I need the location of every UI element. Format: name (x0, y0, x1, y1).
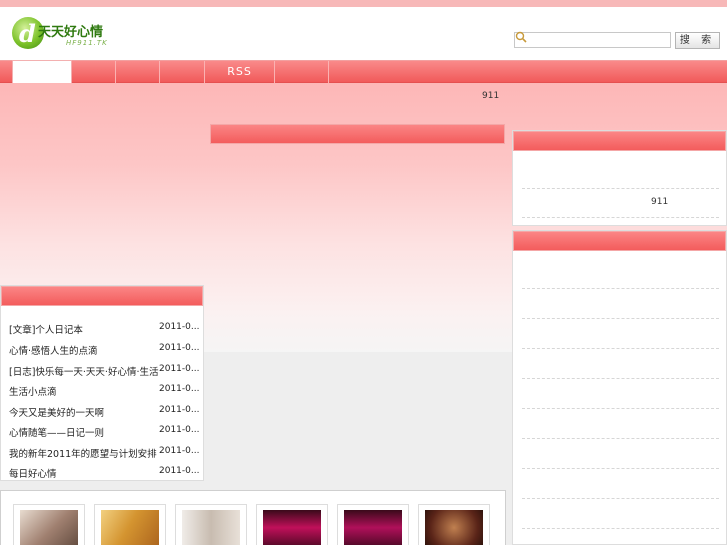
search-icon (515, 31, 527, 43)
divider (522, 468, 719, 469)
search-input[interactable] (514, 32, 671, 48)
nav-item-3[interactable] (116, 61, 160, 83)
list-item-title[interactable]: 我的新年2011年的愿望与计划安排 (9, 446, 159, 460)
list-item[interactable]: 我的新年2011年的愿望与计划安排 2011-0... (1, 442, 203, 462)
list-item-date: 2011-0... (159, 384, 200, 394)
gallery-thumb[interactable] (337, 504, 409, 545)
list-item[interactable]: [文章]个人日记本 2011-0... (1, 318, 203, 338)
divider (522, 348, 719, 349)
list-item-date: 2011-0... (159, 364, 200, 374)
article-list-header (1, 286, 203, 306)
nav-item-6[interactable] (275, 61, 329, 83)
header: d 天天好心情 HF911.TK 搜 索 (0, 7, 727, 59)
gallery-thumb[interactable] (175, 504, 247, 545)
list-item[interactable]: 心情·感悟人生的点滴 2011-0... (1, 339, 203, 359)
search-button[interactable]: 搜 索 (675, 32, 720, 49)
photo-thumbnail-2-icon (101, 510, 159, 545)
photo-gallery (0, 490, 506, 545)
list-item[interactable]: 生活小点滴 2011-0... (1, 380, 203, 400)
sidebar-stats-header (513, 131, 726, 151)
list-item[interactable]: [日志]快乐每一天·天天·好心情·生活记录·分享美好时光 2011-0... (1, 360, 203, 380)
site-logo[interactable]: d 天天好心情 HF911.TK (12, 15, 112, 53)
divider (522, 318, 719, 319)
gallery-thumb[interactable] (418, 504, 490, 545)
photo-thumbnail-4-icon (263, 510, 321, 545)
top-accent-strip (0, 0, 727, 7)
list-item-title[interactable]: 每日好心情 (9, 466, 159, 480)
list-item-date: 2011-0... (159, 466, 200, 476)
visit-count-top: 911 (482, 91, 500, 101)
list-item-date: 2011-0... (159, 322, 200, 332)
photo-thumbnail-1-icon (20, 510, 78, 545)
logo-mark: d (19, 19, 36, 48)
photo-thumbnail-3-icon (182, 510, 240, 545)
list-item[interactable]: 今天又是美好的一天啊 2011-0... (1, 401, 203, 421)
nav-item-2[interactable] (72, 61, 116, 83)
list-item-title[interactable]: 生活小点滴 (9, 384, 159, 398)
divider (522, 288, 719, 289)
sidebar-list-box (512, 230, 727, 545)
gallery-thumb[interactable] (256, 504, 328, 545)
list-item-title[interactable]: 今天又是美好的一天啊 (9, 405, 159, 419)
list-item[interactable]: 每日好心情 2011-0... (1, 462, 203, 482)
list-item-title[interactable]: [日志]快乐每一天·天天·好心情·生活记录·分享美好时光 (9, 364, 159, 378)
nav-item-4[interactable] (160, 61, 205, 83)
list-item-date: 2011-0... (159, 405, 200, 415)
divider (522, 188, 719, 189)
divider (522, 498, 719, 499)
photo-thumbnail-5-icon (344, 510, 402, 545)
list-item-title[interactable]: 心情·感悟人生的点滴 (9, 343, 159, 357)
divider (522, 528, 719, 529)
photo-thumbnail-6-icon (425, 510, 483, 545)
article-list-box: [文章]个人日记本 2011-0... 心情·感悟人生的点滴 2011-0...… (0, 285, 204, 481)
list-item-title[interactable]: 心情随笔——日记一则 (9, 425, 159, 439)
logo-subtext: HF911.TK (66, 39, 108, 47)
gallery-thumb[interactable] (94, 504, 166, 545)
list-item[interactable]: 心情随笔——日记一则 2011-0... (1, 421, 203, 441)
list-item-title[interactable]: [文章]个人日记本 (9, 322, 159, 336)
sidebar-list-header (513, 231, 726, 251)
divider (522, 408, 719, 409)
list-item-date: 2011-0... (159, 425, 200, 435)
main-nav: RSS (0, 60, 727, 84)
visit-count-sidebar: 911 (651, 197, 669, 207)
list-item-date: 2011-0... (159, 343, 200, 353)
divider (522, 438, 719, 439)
divider (522, 217, 719, 218)
nav-item-home[interactable] (12, 60, 72, 84)
right-sidebar: 911 (512, 130, 727, 545)
logo-text: 天天好心情 (38, 25, 104, 40)
nav-item-rss[interactable]: RSS (205, 61, 275, 83)
divider (522, 378, 719, 379)
list-item-date: 2011-0... (159, 446, 200, 456)
sidebar-stats-box: 911 (512, 130, 727, 226)
gallery-thumb[interactable] (13, 504, 85, 545)
center-panel-header (210, 124, 505, 144)
